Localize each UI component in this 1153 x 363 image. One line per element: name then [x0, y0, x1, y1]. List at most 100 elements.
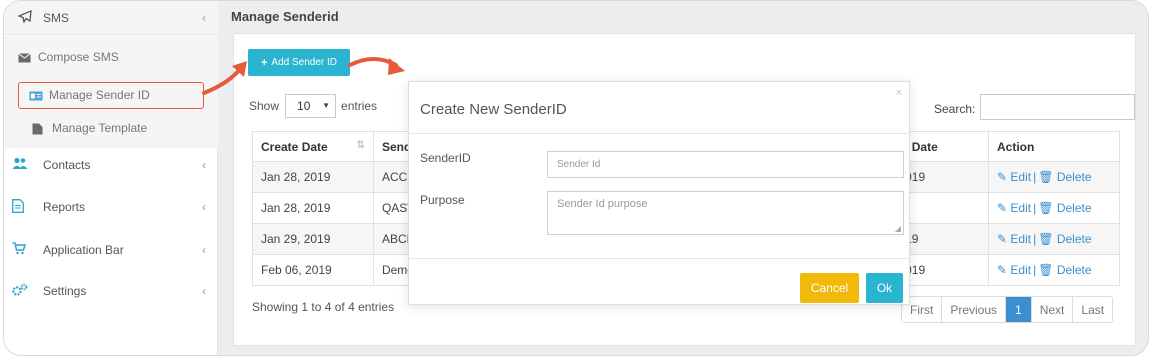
search-input[interactable]	[980, 94, 1135, 120]
edit-link[interactable]: ✎ Edit	[997, 170, 1031, 184]
delete-link[interactable]: 🗑 Delete	[1038, 170, 1091, 184]
delete-link[interactable]: 🗑 Delete	[1038, 263, 1091, 277]
delete-label: Delete	[1056, 232, 1092, 246]
chevron-left-icon: ‹	[202, 200, 206, 214]
sidebar-item-contacts[interactable]: Contacts ‹	[4, 145, 218, 185]
column-header-date[interactable]: l Date	[896, 131, 990, 162]
sidebar-item-sms[interactable]: SMS ‹	[4, 1, 218, 35]
purpose-textarea[interactable]: Sender Id purpose ◢	[547, 191, 904, 235]
senderid-label: SenderID	[420, 151, 471, 165]
edit-icon: ✎	[997, 201, 1008, 215]
edit-link[interactable]: ✎ Edit	[997, 263, 1031, 277]
cell-create-date: Feb 06, 2019	[252, 254, 374, 286]
sidebar-item-label: SMS	[43, 11, 70, 25]
sidebar: SMS ‹ Compose SMS Manage Sender ID Manag…	[4, 1, 218, 355]
create-senderid-modal: Create New SenderID × SenderID Sender Id…	[408, 81, 910, 305]
page-header: Manage Senderid	[219, 1, 1148, 30]
delete-label: Delete	[1056, 201, 1092, 215]
cart-icon	[12, 242, 27, 256]
report-icon	[12, 199, 26, 213]
trash-icon: 🗑	[1038, 201, 1054, 215]
trash-icon: 🗑	[1038, 170, 1054, 184]
edit-label: Edit	[1010, 170, 1032, 184]
submenu-item-manage-template[interactable]: Manage Template	[32, 117, 147, 139]
cell-date: 19	[896, 223, 990, 255]
page-size-control: Show 10 ▼ entries	[249, 94, 377, 118]
pager-page-1[interactable]: 1	[1006, 297, 1032, 322]
action-separator: |	[1033, 201, 1037, 215]
users-icon	[12, 157, 28, 171]
edit-label: Edit	[1010, 263, 1032, 277]
action-separator: |	[1033, 232, 1037, 246]
delete-label: Delete	[1056, 170, 1092, 184]
entries-label: entries	[341, 99, 378, 113]
cell-actions: ✎ Edit | 🗑 Delete	[988, 192, 1120, 224]
sort-icon: ⇅	[356, 139, 365, 151]
delete-link[interactable]: 🗑 Delete	[1038, 232, 1091, 246]
cell-create-date: Jan 28, 2019	[252, 192, 374, 224]
add-sender-id-label: Add Sender ID	[271, 57, 338, 68]
close-icon[interactable]: ×	[896, 87, 902, 99]
action-separator: |	[1033, 170, 1037, 184]
edit-link[interactable]: ✎ Edit	[997, 232, 1031, 246]
submenu-item-compose-sms[interactable]: Compose SMS	[18, 46, 119, 68]
page-size-value: 10	[297, 99, 311, 113]
envelope-icon	[18, 52, 31, 63]
chevron-left-icon: ‹	[202, 284, 206, 298]
cell-create-date: Jan 28, 2019	[252, 161, 374, 193]
add-sender-id-button[interactable]: + Add Sender ID	[248, 49, 350, 76]
chevron-left-icon: ‹	[202, 243, 206, 257]
submenu-label: Compose SMS	[38, 50, 119, 64]
cell-actions: ✎ Edit | 🗑 Delete	[988, 161, 1120, 193]
pagination: First Previous 1 Next Last	[901, 296, 1114, 323]
page-title: Manage Senderid	[231, 9, 339, 24]
table-info: Showing 1 to 4 of 4 entries	[252, 300, 395, 314]
submenu-label: Manage Template	[52, 121, 148, 135]
column-label: Create Date	[261, 139, 328, 154]
pager-last[interactable]: Last	[1073, 297, 1112, 322]
page-size-select[interactable]: 10 ▼	[285, 94, 337, 118]
cogs-icon	[12, 283, 28, 297]
trash-icon: 🗑	[1038, 263, 1054, 277]
column-header-create-date[interactable]: Create Date ⇅	[252, 131, 374, 162]
cell-actions: ✎ Edit | 🗑 Delete	[988, 223, 1120, 255]
pager-previous[interactable]: Previous	[942, 297, 1007, 322]
cell-date: 019	[896, 254, 990, 286]
file-icon	[32, 123, 45, 135]
purpose-label: Purpose	[420, 193, 465, 207]
sidebar-item-application-bar[interactable]: Application Bar ‹	[4, 230, 218, 270]
caret-down-icon: ▼	[322, 101, 331, 110]
cell-date	[896, 192, 990, 224]
edit-link[interactable]: ✎ Edit	[997, 201, 1031, 215]
ok-button[interactable]: Ok	[866, 273, 903, 303]
edit-label: Edit	[1010, 232, 1032, 246]
show-label: Show	[249, 99, 280, 113]
edit-icon: ✎	[997, 232, 1008, 246]
search-label: Search:	[934, 102, 976, 116]
cell-create-date: Jan 29, 2019	[252, 223, 374, 255]
column-label: Send	[381, 139, 412, 154]
edit-icon: ✎	[997, 170, 1008, 184]
paper-plane-icon	[17, 10, 32, 26]
sidebar-item-label: Settings	[43, 284, 87, 298]
purpose-placeholder: Sender Id purpose	[557, 198, 648, 210]
column-label: Action	[997, 139, 1035, 154]
column-header-action: Action	[988, 131, 1120, 162]
senderid-input[interactable]: Sender Id	[547, 151, 904, 178]
pager-next[interactable]: Next	[1032, 297, 1074, 322]
sidebar-item-reports[interactable]: Reports ‹	[4, 187, 218, 227]
sidebar-item-label: Application Bar	[43, 243, 124, 257]
action-separator: |	[1033, 263, 1037, 277]
cancel-button[interactable]: Cancel	[800, 273, 859, 303]
sidebar-item-label: Reports	[43, 200, 86, 214]
sidebar-item-settings[interactable]: Settings ‹	[4, 271, 218, 311]
trash-icon: 🗑	[1038, 232, 1054, 246]
highlight-box	[18, 82, 204, 109]
delete-link[interactable]: 🗑 Delete	[1038, 201, 1091, 215]
resize-handle-icon[interactable]: ◢	[895, 224, 901, 233]
plus-icon: +	[260, 56, 268, 69]
sidebar-item-label: Contacts	[43, 158, 91, 172]
edit-icon: ✎	[997, 263, 1008, 277]
edit-label: Edit	[1010, 201, 1032, 215]
modal-title: Create New SenderID	[420, 101, 567, 118]
